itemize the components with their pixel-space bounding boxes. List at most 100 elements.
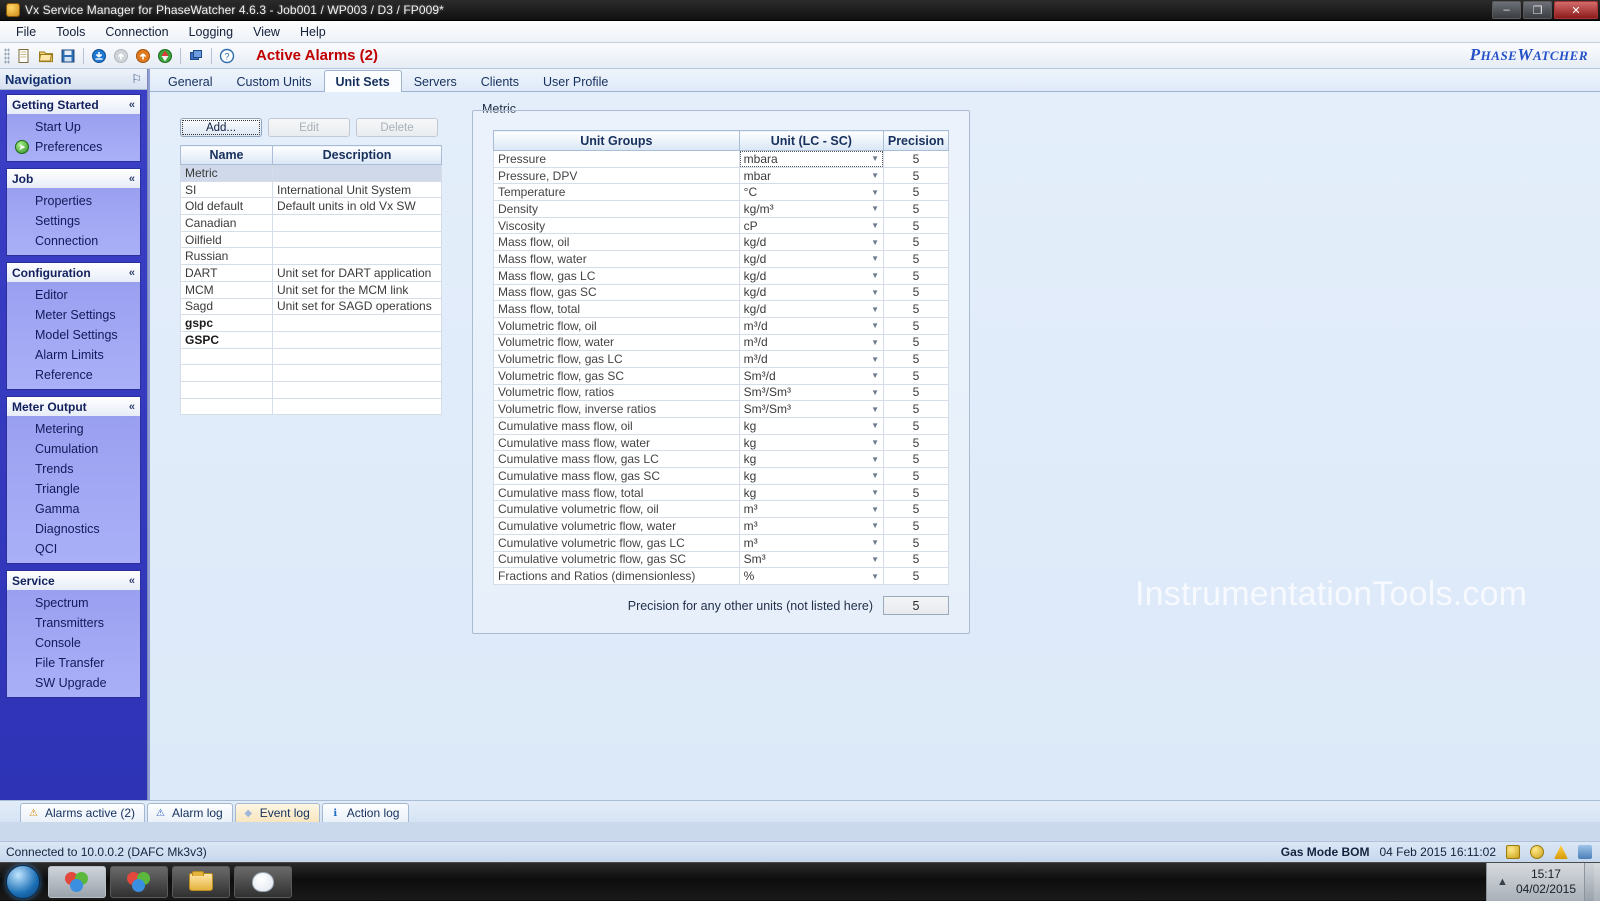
table-row[interactable]: Old defaultDefault units in old Vx SW xyxy=(181,198,442,215)
precision-cell[interactable]: 5 xyxy=(884,251,949,268)
nav-group-header[interactable]: Getting Started« xyxy=(7,95,140,114)
table-row[interactable]: Temperature°C▼5 xyxy=(494,184,949,201)
start-orb-icon[interactable] xyxy=(2,864,44,900)
upload-icon[interactable] xyxy=(132,45,154,67)
table-row[interactable]: Metric xyxy=(181,165,442,182)
save-icon[interactable] xyxy=(57,45,79,67)
sidebar-item-reference[interactable]: Reference xyxy=(7,365,140,385)
nav-group-header[interactable]: Meter Output« xyxy=(7,397,140,416)
table-row[interactable]: Cumulative volumetric flow, oilm³▼5 xyxy=(494,501,949,518)
unit-select[interactable]: mbara▼ xyxy=(739,151,883,168)
precision-cell[interactable]: 5 xyxy=(884,518,949,535)
precision-cell[interactable]: 5 xyxy=(884,334,949,351)
table-row[interactable]: Cumulative volumetric flow, gas LCm³▼5 xyxy=(494,534,949,551)
tab-user-profile[interactable]: User Profile xyxy=(531,71,620,91)
pin-icon[interactable]: ⚐ xyxy=(131,72,142,86)
precision-cell[interactable]: 5 xyxy=(884,418,949,435)
table-row[interactable]: SIInternational Unit System xyxy=(181,181,442,198)
table-row[interactable]: Volumetric flow, oilm³/d▼5 xyxy=(494,317,949,334)
precision-cell[interactable]: 5 xyxy=(884,501,949,518)
column-header-name[interactable]: Name xyxy=(181,146,273,165)
unit-select[interactable]: m³/d▼ xyxy=(739,317,883,334)
log-tab-action-log[interactable]: ℹAction log xyxy=(322,803,410,822)
table-row[interactable]: Mass flow, totalkg/d▼5 xyxy=(494,301,949,318)
menu-tools[interactable]: Tools xyxy=(46,22,95,42)
sidebar-item-gamma[interactable]: Gamma xyxy=(7,499,140,519)
unit-combo[interactable]: %▼ xyxy=(740,568,883,584)
net-icon-2[interactable] xyxy=(1530,845,1544,859)
precision-cell[interactable]: 5 xyxy=(884,484,949,501)
unit-select[interactable]: Sm³▼ xyxy=(739,551,883,568)
open-folder-icon[interactable] xyxy=(35,45,57,67)
refresh-icon[interactable] xyxy=(154,45,176,67)
taskbar-app-vx-1[interactable] xyxy=(48,866,106,898)
unit-select[interactable]: kg/d▼ xyxy=(739,251,883,268)
table-row[interactable] xyxy=(181,398,442,415)
unit-select[interactable]: Sm³/Sm³▼ xyxy=(739,384,883,401)
warning-icon[interactable] xyxy=(1554,845,1568,859)
precision-cell[interactable]: 5 xyxy=(884,401,949,418)
chevron-up-icon[interactable]: « xyxy=(129,267,135,279)
chevron-down-icon[interactable]: ▼ xyxy=(871,238,879,247)
tray-chevron-icon[interactable]: ▲ xyxy=(1497,876,1508,888)
sidebar-item-spectrum[interactable]: Spectrum xyxy=(7,593,140,613)
chevron-down-icon[interactable]: ▼ xyxy=(871,538,879,547)
precision-cell[interactable]: 5 xyxy=(884,284,949,301)
unit-select[interactable]: m³▼ xyxy=(739,518,883,535)
download-icon[interactable] xyxy=(88,45,110,67)
precision-cell[interactable]: 5 xyxy=(884,167,949,184)
sidebar-item-cumulation[interactable]: Cumulation xyxy=(7,439,140,459)
sidebar-item-diagnostics[interactable]: Diagnostics xyxy=(7,519,140,539)
taskbar-paint[interactable] xyxy=(234,866,292,898)
table-row[interactable]: Canadian xyxy=(181,215,442,232)
table-row[interactable]: Volumetric flow, gas LCm³/d▼5 xyxy=(494,351,949,368)
table-row[interactable]: Oilfield xyxy=(181,231,442,248)
unit-select[interactable]: mbar▼ xyxy=(739,167,883,184)
table-row[interactable]: Russian xyxy=(181,248,442,265)
log-tab-alarm-log[interactable]: ⚠Alarm log xyxy=(147,803,233,822)
log-tab-alarms-active-2[interactable]: ⚠Alarms active (2) xyxy=(20,803,145,822)
unit-select[interactable]: °C▼ xyxy=(739,184,883,201)
unit-select[interactable]: kg/d▼ xyxy=(739,284,883,301)
table-row[interactable]: ViscositycP▼5 xyxy=(494,217,949,234)
sidebar-item-settings[interactable]: Settings xyxy=(7,211,140,231)
precision-cell[interactable]: 5 xyxy=(884,351,949,368)
sidebar-item-console[interactable]: Console xyxy=(7,633,140,653)
unit-combo[interactable]: m³▼ xyxy=(740,535,883,551)
sidebar-item-file-transfer[interactable]: File Transfer xyxy=(7,653,140,673)
nav-group-header[interactable]: Service« xyxy=(7,571,140,590)
table-row[interactable]: Volumetric flow, waterm³/d▼5 xyxy=(494,334,949,351)
chevron-down-icon[interactable]: ▼ xyxy=(871,555,879,564)
unit-select[interactable]: m³▼ xyxy=(739,501,883,518)
chevron-down-icon[interactable]: ▼ xyxy=(871,405,879,414)
column-header-precision[interactable]: Precision xyxy=(884,131,949,151)
chevron-down-icon[interactable]: ▼ xyxy=(871,388,879,397)
unit-combo[interactable]: mbara▼ xyxy=(740,151,883,167)
device-icon[interactable] xyxy=(1578,845,1592,859)
unit-groups-table[interactable]: Unit Groups Unit (LC - SC) Precision Pre… xyxy=(493,130,949,585)
nav-group-header[interactable]: Job« xyxy=(7,169,140,188)
unit-combo[interactable]: kg/d▼ xyxy=(740,251,883,267)
column-header-description[interactable]: Description xyxy=(273,146,442,165)
menu-view[interactable]: View xyxy=(243,22,290,42)
chevron-up-icon[interactable]: « xyxy=(129,575,135,587)
table-row[interactable] xyxy=(181,365,442,382)
unit-combo[interactable]: m³/d▼ xyxy=(740,335,883,351)
chevron-down-icon[interactable]: ▼ xyxy=(871,355,879,364)
unit-combo[interactable]: cP▼ xyxy=(740,218,883,234)
unit-select[interactable]: kg▼ xyxy=(739,484,883,501)
chevron-down-icon[interactable]: ▼ xyxy=(871,271,879,280)
precision-cell[interactable]: 5 xyxy=(884,234,949,251)
unit-combo[interactable]: Sm³▼ xyxy=(740,552,883,568)
unit-select[interactable]: kg/m³▼ xyxy=(739,201,883,218)
precision-cell[interactable]: 5 xyxy=(884,317,949,334)
table-row[interactable]: Volumetric flow, ratiosSm³/Sm³▼5 xyxy=(494,384,949,401)
chevron-down-icon[interactable]: ▼ xyxy=(871,338,879,347)
help-icon[interactable]: ? xyxy=(216,45,238,67)
log-tab-event-log[interactable]: ◆Event log xyxy=(235,803,320,822)
add-button[interactable]: Add... xyxy=(180,118,262,137)
tab-clients[interactable]: Clients xyxy=(469,71,531,91)
unit-select[interactable]: m³▼ xyxy=(739,534,883,551)
unit-combo[interactable]: kg▼ xyxy=(740,451,883,467)
chevron-down-icon[interactable]: ▼ xyxy=(871,371,879,380)
